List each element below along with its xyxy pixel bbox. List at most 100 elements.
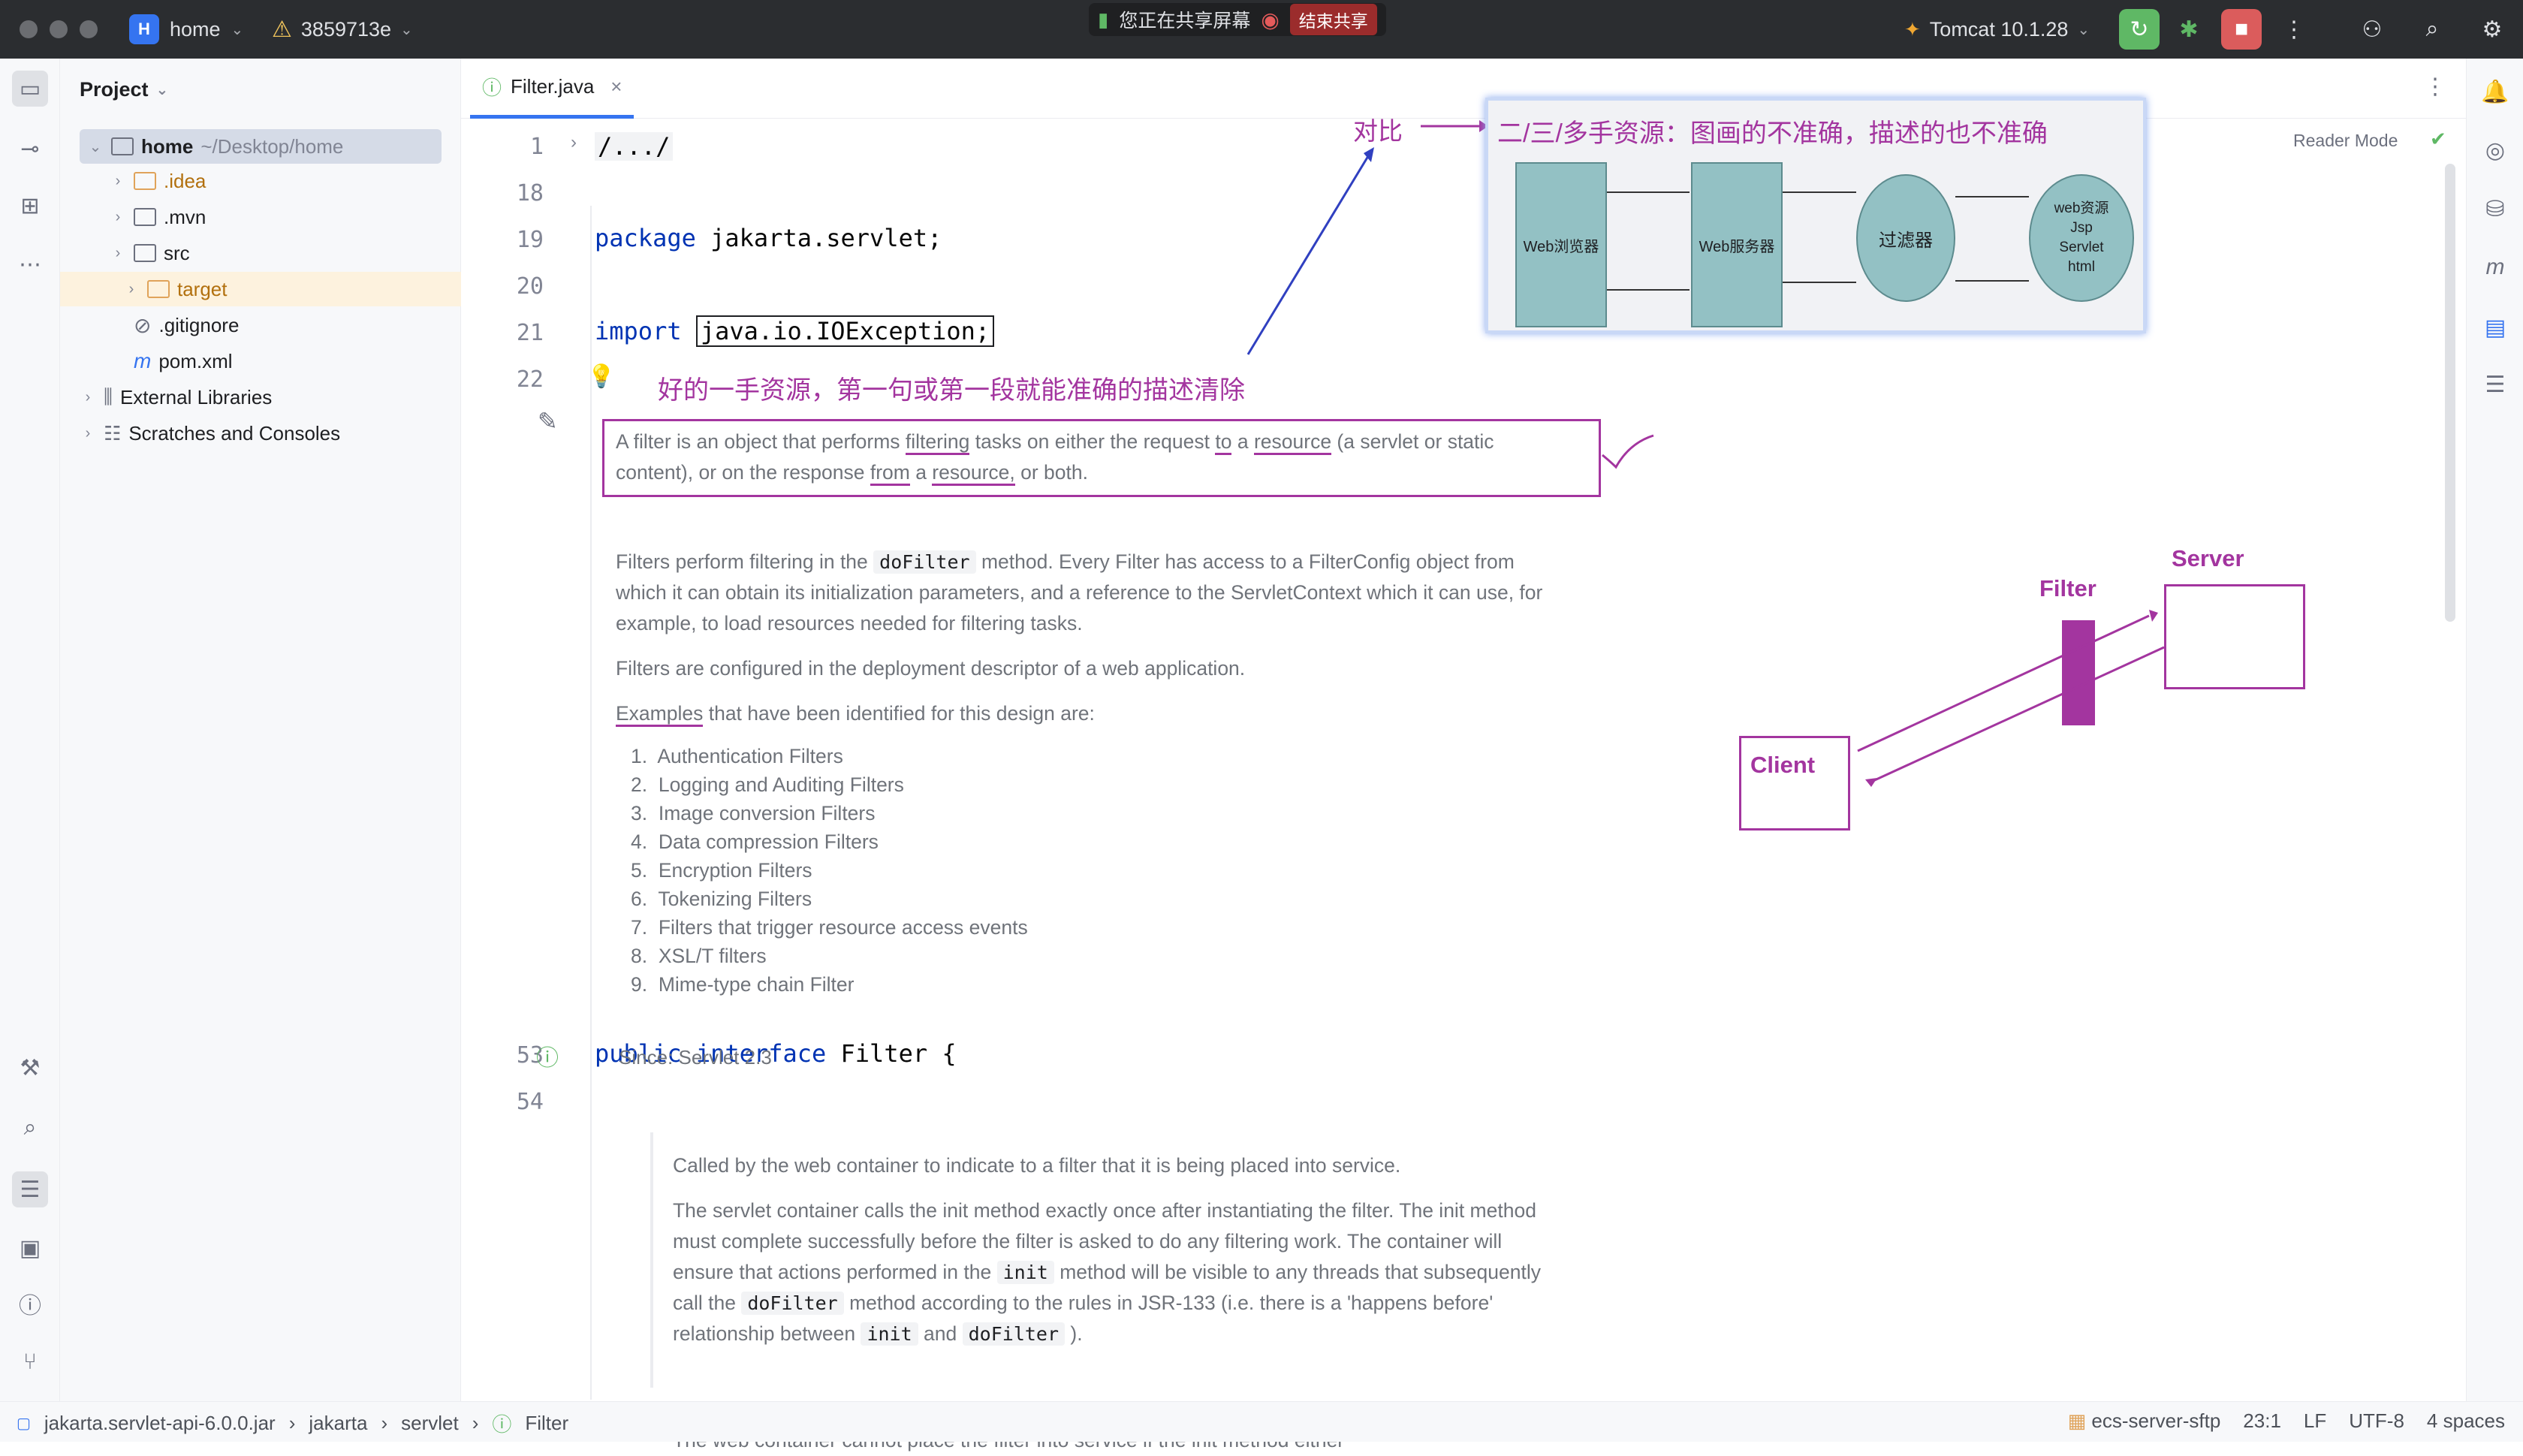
chevron-right-icon: › bbox=[381, 1412, 388, 1434]
project-panel-header[interactable]: Project ⌄ bbox=[80, 78, 168, 101]
reader-mode-toggle[interactable]: Reader Mode bbox=[2293, 131, 2398, 151]
folder-icon bbox=[111, 137, 134, 155]
breadcrumb-item[interactable]: servlet bbox=[401, 1412, 459, 1435]
chevron-right-icon: › bbox=[115, 208, 121, 225]
breadcrumb-item[interactable]: Filter bbox=[525, 1412, 568, 1435]
indent-setting[interactable]: 4 spaces bbox=[2427, 1409, 2505, 1433]
sketch-client-box: Client bbox=[1739, 736, 1850, 830]
sftp-status[interactable]: ▦ ecs-server-sftp bbox=[2068, 1409, 2221, 1433]
window-close-button[interactable] bbox=[20, 20, 38, 38]
problems-icon[interactable]: ⓘ bbox=[12, 1286, 48, 1322]
stop-icon[interactable]: ■ bbox=[2221, 9, 2262, 50]
tree-item-label: Scratches and Consoles bbox=[128, 421, 341, 445]
more-vertical-icon[interactable]: ⋮ bbox=[2274, 9, 2314, 50]
notifications-icon[interactable]: 🔔 bbox=[2477, 74, 2513, 110]
settings-gear-icon[interactable]: ⚙ bbox=[2472, 9, 2512, 50]
interface-icon: ⓘ bbox=[492, 1413, 512, 1436]
tab-filter-java[interactable]: ⓘ Filter.java × bbox=[470, 59, 635, 119]
more-horizontal-icon[interactable]: ⋯ bbox=[12, 246, 48, 282]
tree-item-label: .mvn bbox=[164, 205, 206, 228]
breadcrumb-item[interactable]: jakarta.servlet-api-6.0.0.jar bbox=[44, 1412, 276, 1435]
line-number: 21 bbox=[516, 320, 544, 346]
more-vertical-icon[interactable]: ⋮ bbox=[2424, 74, 2446, 100]
doc-text: relationship between bbox=[673, 1322, 861, 1345]
tree-item-home[interactable]: ⌄ home ~/Desktop/home bbox=[80, 129, 442, 164]
debug-icon[interactable]: ✱ bbox=[2169, 9, 2209, 50]
todo-icon[interactable]: ☰ bbox=[12, 1171, 48, 1207]
tomcat-icon: ✦ bbox=[1904, 17, 1921, 41]
edit-pencil-icon[interactable]: ✎ bbox=[538, 407, 558, 436]
project-folder-icon[interactable]: ▭ bbox=[12, 71, 48, 107]
list-item: 4. Data compression Filters bbox=[631, 830, 879, 853]
chevron-down-icon: ⌄ bbox=[2077, 21, 2090, 38]
import-name[interactable]: java.io.IOException; bbox=[695, 315, 995, 347]
caret-position[interactable]: 23:1 bbox=[2243, 1409, 2281, 1433]
title-bar: H home ⌄ ⚠ 3859713e ⌄ ▮ 您正在共享屏幕 ◉ 结束共享 ✦… bbox=[0, 0, 2523, 59]
search-icon[interactable]: ⌕ bbox=[2412, 9, 2452, 50]
screen-share-bar: ▮ 您正在共享屏幕 ◉ 结束共享 bbox=[1089, 3, 1386, 36]
tree-item-gitignore[interactable]: ⊘ .gitignore bbox=[134, 308, 239, 342]
tree-item-src[interactable]: › src bbox=[110, 236, 190, 270]
tree-item-mvn[interactable]: › .mvn bbox=[110, 200, 206, 234]
build-icon[interactable]: ⚒ bbox=[12, 1050, 48, 1086]
add-user-icon[interactable]: ⚇ bbox=[2352, 9, 2392, 50]
tree-item-external-libraries[interactable]: › ⫼ External Libraries bbox=[80, 380, 273, 414]
maven-icon[interactable]: m bbox=[2477, 249, 2513, 285]
folded-header[interactable]: /.../ bbox=[595, 132, 674, 161]
list-item-text: Data compression Filters bbox=[658, 830, 879, 853]
services-icon[interactable]: ☰ bbox=[2477, 366, 2513, 402]
jar-icon: ▢ bbox=[17, 1415, 31, 1432]
vcs-widget[interactable]: ⚠ 3859713e ⌄ bbox=[272, 14, 413, 45]
run-icon[interactable]: ↻ bbox=[2119, 9, 2160, 50]
editor-scrollbar[interactable] bbox=[2445, 164, 2455, 622]
terminal-icon[interactable]: ▣ bbox=[12, 1230, 48, 1266]
close-icon[interactable]: × bbox=[610, 75, 622, 98]
doc-text: ). bbox=[1065, 1322, 1083, 1345]
docs-icon[interactable]: ▤ bbox=[2477, 309, 2513, 345]
tree-item-label: .idea bbox=[164, 169, 206, 192]
commit-icon[interactable]: ⊸ bbox=[12, 131, 48, 167]
tree-item-label: home bbox=[141, 134, 194, 158]
find-icon[interactable]: ⌕ bbox=[12, 1110, 48, 1146]
tree-item-scratches[interactable]: › ☷ Scratches and Consoles bbox=[80, 416, 340, 451]
check-icon: ✔ bbox=[2430, 128, 2446, 150]
doc-since: Since: Servlet 2.3 bbox=[619, 1046, 772, 1069]
signal-icon: ▮ bbox=[1098, 8, 1109, 31]
doc-text: resource, bbox=[932, 461, 1015, 486]
doc-text: The servlet container calls the init met… bbox=[673, 1199, 1536, 1222]
doc-paragraph-1: A filter is an object that performs filt… bbox=[616, 427, 1592, 488]
doc-text: call the bbox=[673, 1292, 742, 1314]
doc-examples-list: 1. Authentication Filters 2. Logging and… bbox=[631, 742, 1028, 999]
folder-icon bbox=[134, 172, 156, 190]
fold-chevron-icon[interactable]: › bbox=[571, 132, 577, 153]
git-icon[interactable]: ⑂ bbox=[12, 1344, 48, 1380]
file-encoding[interactable]: UTF-8 bbox=[2349, 1409, 2404, 1433]
right-tool-strip: 🔔 ◎ ⛁ m ▤ ☰ bbox=[2466, 59, 2523, 1401]
implemented-icon[interactable]: ⓘ bbox=[536, 1039, 559, 1072]
line-separator[interactable]: LF bbox=[2304, 1409, 2326, 1433]
list-item-text: XSL/T filters bbox=[658, 945, 767, 967]
database-icon[interactable]: ⛁ bbox=[2477, 191, 2513, 227]
sftp-label: ecs-server-sftp bbox=[2091, 1409, 2221, 1432]
run-config-widget[interactable]: ✦ Tomcat 10.1.28 ⌄ bbox=[1904, 14, 2090, 45]
breadcrumb-item[interactable]: jakarta bbox=[309, 1412, 367, 1435]
sketch-server-box bbox=[2164, 584, 2305, 689]
sketch-arrows bbox=[1857, 610, 2165, 787]
tree-item-pom[interactable]: m pom.xml bbox=[134, 344, 233, 378]
ai-assistant-icon[interactable]: ◎ bbox=[2477, 132, 2513, 168]
window-minimize-button[interactable] bbox=[50, 20, 68, 38]
tree-item-target[interactable]: › target bbox=[60, 272, 461, 306]
doc-text: must complete successfully before the fi… bbox=[673, 1230, 1503, 1253]
project-widget[interactable]: H home ⌄ bbox=[129, 14, 243, 45]
chevron-right-icon: › bbox=[85, 424, 91, 442]
maven-file-icon: m bbox=[134, 349, 152, 372]
doc-text: or both. bbox=[1014, 461, 1088, 484]
window-zoom-button[interactable] bbox=[80, 20, 98, 38]
structure-icon[interactable]: ⊞ bbox=[12, 188, 48, 224]
end-share-button[interactable]: 结束共享 bbox=[1289, 4, 1377, 35]
list-item: 7. Filters that trigger resource access … bbox=[631, 916, 1028, 939]
left-tool-strip: ▭ ⊸ ⊞ ⋯ ⚒ ⌕ ☰ ▣ ⓘ ⑂ bbox=[0, 59, 60, 1401]
tree-item-idea[interactable]: › .idea bbox=[110, 164, 206, 198]
list-item: 2. Logging and Auditing Filters bbox=[631, 773, 904, 796]
library-icon: ⫼ bbox=[104, 385, 113, 408]
